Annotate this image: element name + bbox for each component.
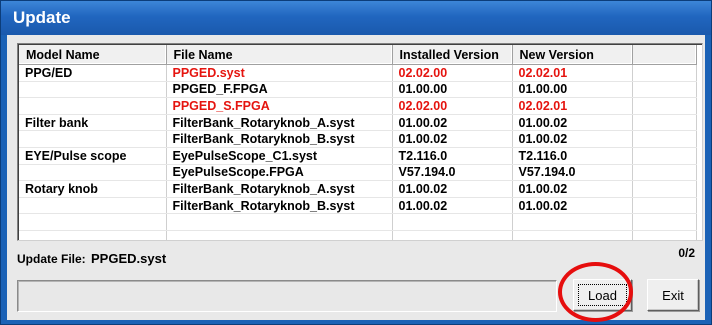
cell-model-name: [19, 230, 167, 240]
table-row[interactable]: Rotary knob FilterBank_Rotaryknob_A.syst 0…: [19, 180, 697, 198]
cell-installed-version: [392, 213, 513, 231]
cell-file-name: FilterBank_Rotaryknob_B.syst: [166, 130, 393, 148]
cell-file-name: PPGED_F.FPGA: [166, 81, 393, 99]
cell-file-name: [166, 213, 393, 231]
cell-new-version: 01.00.02: [512, 130, 633, 148]
cell-extra: [632, 197, 697, 215]
cell-extra: [632, 130, 697, 148]
cell-new-version: V57.194.0: [512, 164, 633, 182]
cell-model-name: [19, 130, 167, 148]
cell-installed-version: T2.116.0: [392, 147, 513, 165]
cell-model-name: [19, 164, 167, 182]
cell-file-name: FilterBank_Rotaryknob_A.syst: [166, 180, 393, 198]
cell-file-name: EyePulseScope_C1.syst: [166, 147, 393, 165]
cell-model-name: EYE/Pulse scope: [19, 147, 167, 165]
update-dialog: Update Model Name File Name Installed Ve…: [0, 0, 712, 325]
cell-file-name: PPGED.syst: [166, 64, 393, 82]
exit-button[interactable]: Exit: [647, 279, 699, 311]
cell-extra: [632, 230, 697, 240]
title-bar[interactable]: Update: [1, 1, 711, 35]
exit-button-label: Exit: [662, 287, 684, 303]
cell-new-version: 01.00.02: [512, 180, 633, 198]
cell-file-name: PPGED_S.FPGA: [166, 97, 393, 115]
table-header-row: Model Name File Name Installed Version N…: [19, 45, 697, 65]
table-row[interactable]: [19, 213, 697, 231]
cell-new-version: [512, 213, 633, 231]
cell-installed-version: 01.00.02: [392, 180, 513, 198]
table-row[interactable]: PPGED_F.FPGA 01.00.00 01.00.00: [19, 81, 697, 99]
cell-model-name: [19, 97, 167, 115]
file-table: Model Name File Name Installed Version N…: [19, 45, 697, 240]
window-title: Update: [13, 8, 71, 27]
cell-new-version: 01.00.02: [512, 114, 633, 132]
cell-new-version: 02.02.01: [512, 64, 633, 82]
cell-file-name: FilterBank_Rotaryknob_A.syst: [166, 114, 393, 132]
update-file-value: PPGED.syst: [91, 251, 167, 266]
cell-new-version: 01.00.02: [512, 197, 633, 215]
column-header-model-name[interactable]: Model Name: [19, 45, 167, 65]
cell-file-name: [166, 230, 393, 240]
table-row[interactable]: FilterBank_Rotaryknob_B.syst 01.00.02 01.0…: [19, 130, 697, 148]
cell-extra: [632, 97, 697, 115]
cell-extra: [632, 164, 697, 182]
cell-model-name: Rotary knob: [19, 180, 167, 198]
cell-model-name: Filter bank: [19, 114, 167, 132]
cell-new-version: 02.02.01: [512, 97, 633, 115]
cell-model-name: PPG/ED: [19, 64, 167, 82]
cell-extra: [632, 81, 697, 99]
table-row[interactable]: Filter bank FilterBank_Rotaryknob_A.syst 0…: [19, 114, 697, 132]
cell-installed-version: 02.02.00: [392, 97, 513, 115]
column-header-new-version[interactable]: New Version: [512, 45, 633, 65]
file-list-table[interactable]: Model Name File Name Installed Version N…: [17, 43, 703, 241]
cell-installed-version: 01.00.02: [392, 114, 513, 132]
cell-installed-version: 01.00.00: [392, 81, 513, 99]
table-row[interactable]: EYE/Pulse scope EyePulseScope_C1.syst T2.1…: [19, 147, 697, 165]
cell-extra: [632, 180, 697, 198]
table-row[interactable]: PPGED_S.FPGA 02.02.00 02.02.01: [19, 97, 697, 115]
cell-installed-version: [392, 230, 513, 240]
cell-extra: [632, 114, 697, 132]
table-row[interactable]: FilterBank_Rotaryknob_B.syst 01.00.02 01.0…: [19, 197, 697, 215]
column-header-installed-version[interactable]: Installed Version: [392, 45, 513, 65]
cell-file-name: FilterBank_Rotaryknob_B.syst: [166, 197, 393, 215]
cell-installed-version: 01.00.02: [392, 130, 513, 148]
cell-installed-version: 01.00.02: [392, 197, 513, 215]
cell-extra: [632, 64, 697, 82]
cell-file-name: EyePulseScope.FPGA: [166, 164, 393, 182]
cell-new-version: T2.116.0: [512, 147, 633, 165]
cell-extra: [632, 147, 697, 165]
file-counter: 0/2: [678, 246, 695, 260]
cell-model-name: [19, 197, 167, 215]
dialog-body: Model Name File Name Installed Version N…: [7, 35, 705, 320]
table-row[interactable]: EyePulseScope.FPGA V57.194.0 V57.194.0: [19, 164, 697, 182]
cell-new-version: [512, 230, 633, 240]
cell-installed-version: 02.02.00: [392, 64, 513, 82]
focus-rectangle: [578, 284, 627, 306]
cell-model-name: [19, 81, 167, 99]
update-file-label: Update File:: [17, 252, 86, 266]
cell-new-version: 01.00.00: [512, 81, 633, 99]
column-header-file-name[interactable]: File Name: [166, 45, 393, 65]
cell-model-name: [19, 213, 167, 231]
cell-extra: [632, 213, 697, 231]
load-button[interactable]: Load: [573, 279, 632, 311]
cell-installed-version: V57.194.0: [392, 164, 513, 182]
table-row[interactable]: PPG/ED PPGED.syst 02.02.00 02.02.01: [19, 64, 697, 82]
table-row[interactable]: [19, 230, 697, 240]
progress-bar: [17, 280, 557, 312]
column-header-extra[interactable]: [632, 45, 697, 65]
